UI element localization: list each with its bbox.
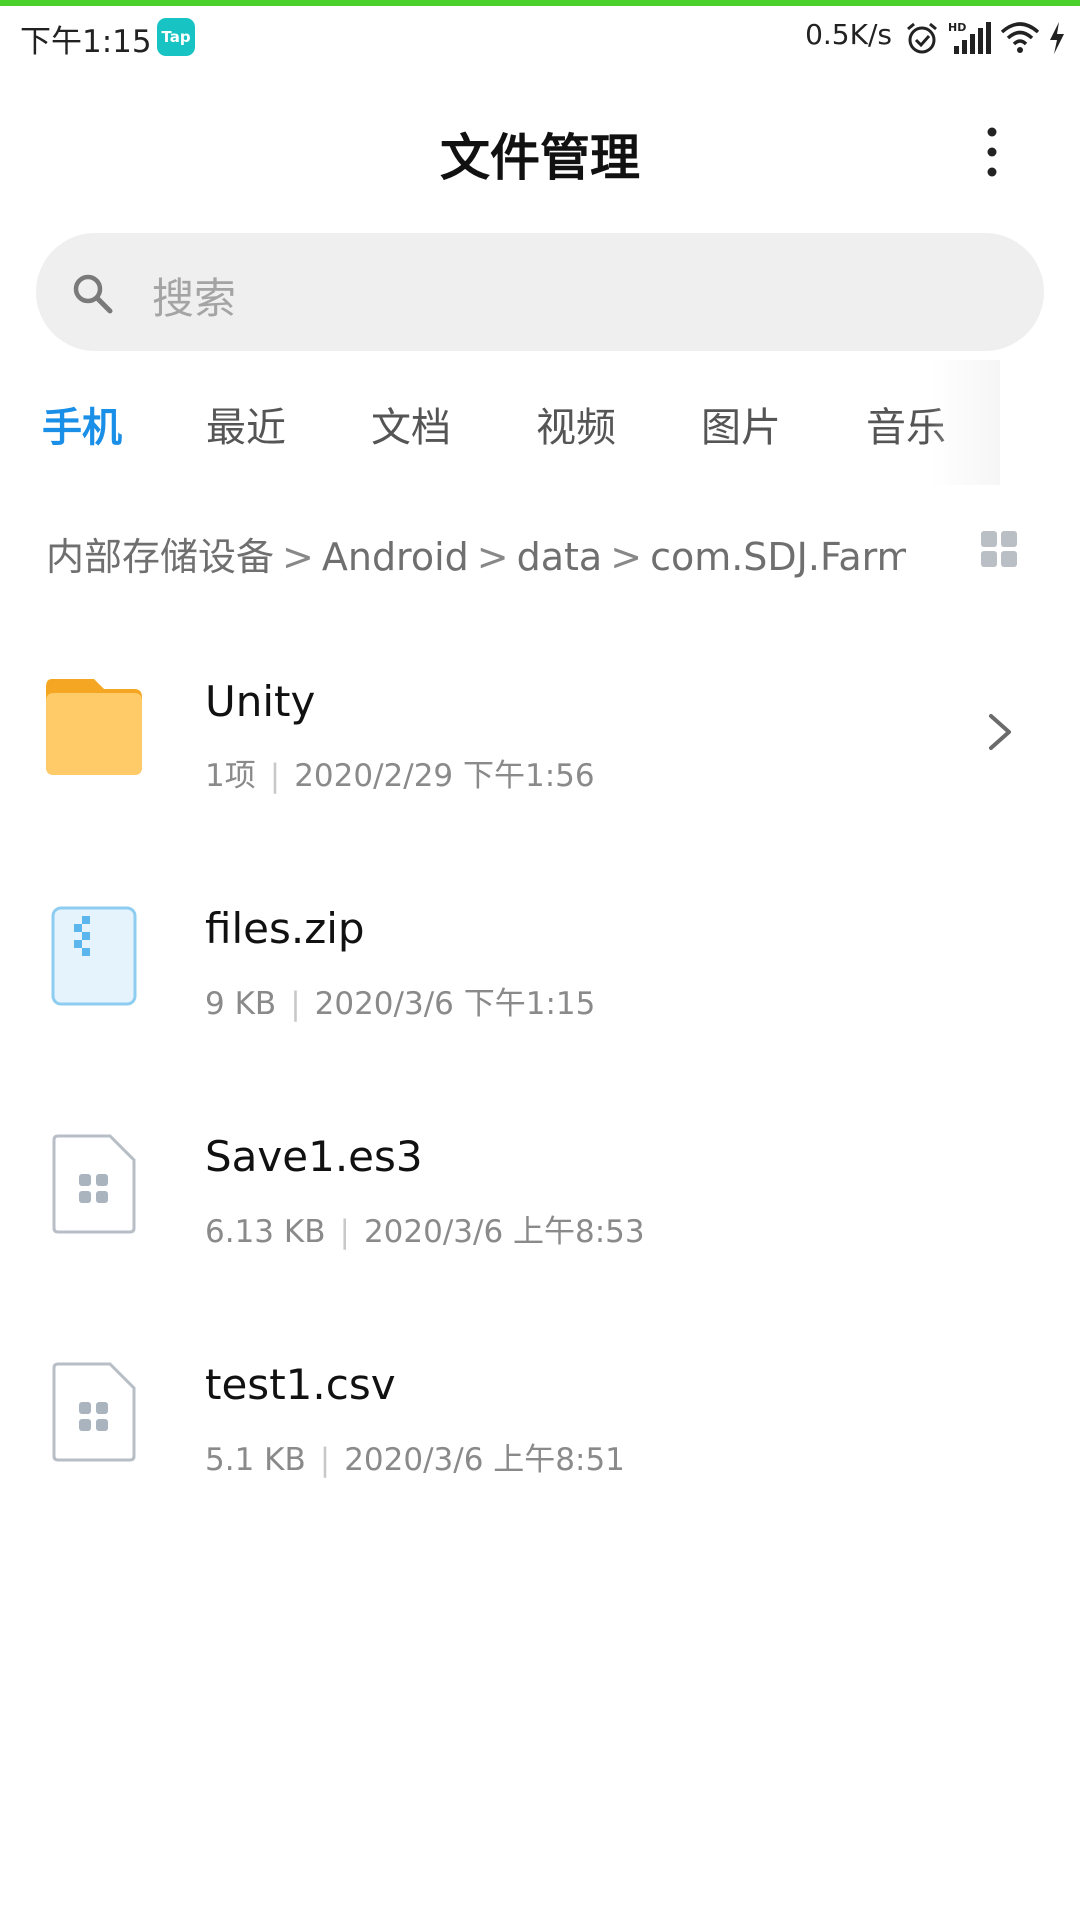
breadcrumb-separator-icon: > [476,535,509,579]
generic-file-icon [52,1362,136,1462]
wifi-icon [1000,22,1040,53]
network-speed: 0.5K/s [805,18,892,51]
breadcrumb-android[interactable]: Android [322,535,469,579]
list-item[interactable]: test1.csv 5.1 KB | 2020/3/6 上午8:51 [0,1314,1080,1514]
status-bar: 下午1:15 Tap 0.5K/s HD [0,6,1080,66]
breadcrumb-separator-icon: > [610,535,643,579]
meta-separator: | [319,1442,331,1478]
charging-icon [1050,22,1064,54]
grid-view-icon[interactable] [980,530,1018,568]
more-vertical-icon[interactable] [970,120,1014,184]
chevron-right-icon [989,714,1011,750]
search-icon [73,274,113,314]
list-item[interactable]: files.zip 9 KB | 2020/3/6 下午1:15 [0,858,1080,1058]
meta-separator: | [339,1214,350,1250]
file-size: 1项 [205,758,256,794]
file-date: 2020/3/6 下午1:15 [314,986,596,1022]
folder-icon [46,679,142,775]
file-meta: 5.1 KB | 2020/3/6 上午8:51 [205,1434,625,1479]
svg-text:HD: HD [948,21,966,34]
breadcrumb: 内部存储设备 > Android > data > com.SDJ.Farm [46,526,906,582]
file-manager-screen: 下午1:15 Tap 0.5K/s HD 文件管理 搜索 手机 最近 文档 视频… [0,0,1080,1920]
file-meta: 9 KB | 2020/3/6 下午1:15 [205,978,595,1023]
breadcrumb-separator-icon: > [282,535,314,579]
file-meta: 6.13 KB | 2020/3/6 上午8:53 [205,1206,645,1251]
generic-file-icon [52,1134,136,1234]
hd-signal-icon: HD [948,21,991,54]
tab-documents[interactable]: 文档 [371,395,451,453]
file-size: 9 KB [205,986,277,1022]
file-date: 2020/2/29 下午1:56 [294,758,595,794]
breadcrumb-data[interactable]: data [517,535,603,579]
search-placeholder: 搜索 [152,274,237,323]
tap-app-badge: Tap [157,18,195,56]
meta-separator: | [290,986,301,1022]
breadcrumb-package[interactable]: com.SDJ.Farm [650,535,906,579]
alarm-icon [907,22,937,54]
list-item[interactable]: Save1.es3 6.13 KB | 2020/3/6 上午8:53 [0,1086,1080,1286]
search-input[interactable]: 搜索 [36,233,1044,351]
list-item[interactable]: Unity 1项 | 2020/2/29 下午1:56 [0,630,1080,830]
meta-separator: | [269,758,281,794]
tab-videos[interactable]: 视频 [536,395,616,453]
status-icons: HD [904,16,1066,60]
file-meta: 1项 | 2020/2/29 下午1:56 [205,750,595,795]
file-name: Save1.es3 [205,1132,423,1181]
breadcrumb-internal-storage[interactable]: 内部存储设备 [46,535,274,579]
zip-file-icon [51,906,137,1006]
file-date: 2020/3/6 上午8:51 [344,1442,625,1478]
file-name: Unity [205,677,316,726]
tab-recent[interactable]: 最近 [206,395,286,453]
file-date: 2020/3/6 上午8:53 [363,1214,645,1250]
file-size: 5.1 KB [205,1442,306,1478]
file-name: test1.csv [205,1360,396,1409]
tab-images[interactable]: 图片 [701,395,781,453]
file-size: 6.13 KB [205,1214,326,1250]
status-time: 下午1:15 [20,24,152,60]
tabs-scroll-fade [930,360,1000,485]
tab-phone[interactable]: 手机 [42,395,122,453]
file-name: files.zip [205,904,365,953]
page-title: 文件管理 [440,129,640,187]
category-tabs: 手机 最近 文档 视频 图片 音乐 [0,395,1080,465]
